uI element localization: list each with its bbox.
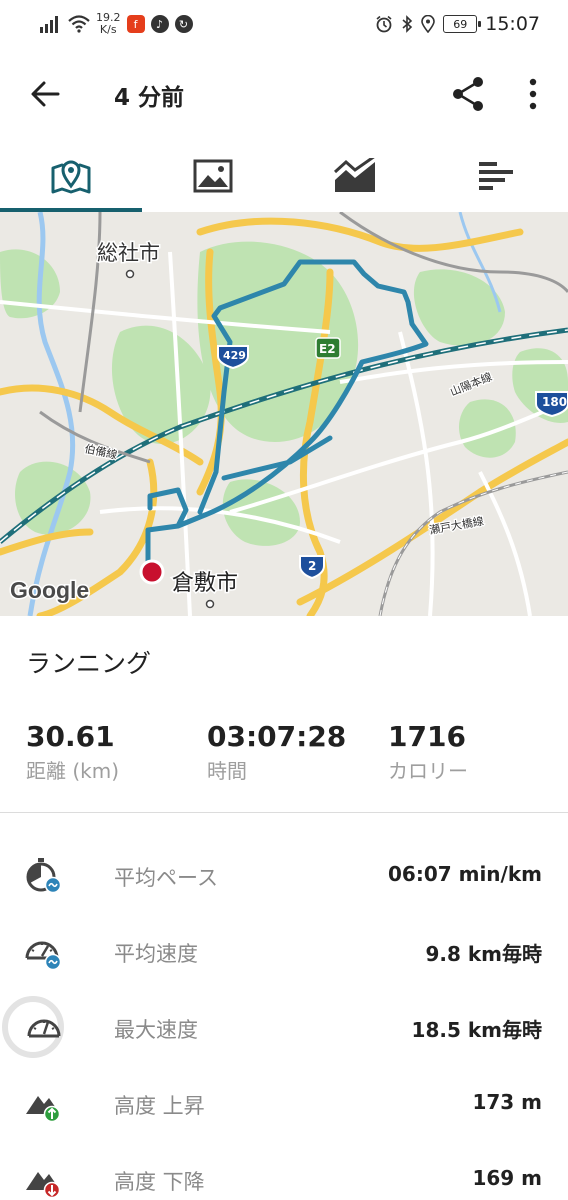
area-chart-icon <box>333 158 375 192</box>
route-e2-text: E2 <box>319 342 336 356</box>
stat-distance-value: 30.61 <box>26 720 115 753</box>
elevation-gain-icon <box>26 1096 61 1123</box>
status-left: 19.2 K/s f ♪ ↻ <box>40 10 193 38</box>
tab-bar <box>0 140 568 212</box>
elevation-loss-icon <box>26 1172 61 1199</box>
stat-time: 03:07:28 時間 <box>207 720 346 784</box>
metric-row-avg-pace[interactable]: 平均ペース 06:07 min/km <box>0 838 568 914</box>
stat-time-label: 時間 <box>207 759 247 783</box>
route-map[interactable]: 総社市 倉敷市 伯備線 山陽本線 瀬戸大橋線 429 E2 180 2 Goog… <box>0 212 568 616</box>
signal-icon <box>40 16 58 33</box>
metric-label: 平均速度 <box>114 942 198 966</box>
stat-calories-value: 1716 <box>388 720 466 753</box>
metric-row-elevation-loss[interactable]: 高度 下降 169 m <box>0 1142 568 1200</box>
metrics-list: 平均ペース 06:07 min/km 平均速度 9.8 km毎時 最大速度 18… <box>0 838 568 1200</box>
activity-type: ランニング <box>26 649 152 678</box>
metric-value: 06:07 min/km <box>387 862 542 886</box>
route-2-text: 2 <box>308 559 316 573</box>
status-time: 15:07 <box>485 13 540 35</box>
battery-indicator: 69 <box>443 15 482 33</box>
tab-charts[interactable] <box>284 140 426 212</box>
metric-row-max-speed[interactable]: 最大速度 18.5 km毎時 <box>0 990 568 1066</box>
page-title: 4 分前 <box>114 85 185 111</box>
more-vert-icon[interactable] <box>514 70 552 118</box>
divider <box>0 812 568 813</box>
metric-row-elevation-gain[interactable]: 高度 上昇 173 m <box>0 1066 568 1142</box>
network-speed: 19.2 K/s <box>96 11 121 36</box>
max-speed-gauge-icon <box>27 1019 61 1038</box>
metric-label: 最大速度 <box>114 1018 198 1042</box>
tab-map[interactable] <box>0 140 142 212</box>
wifi-icon <box>68 15 90 33</box>
status-bar: 19.2 K/s f ♪ ↻ 69 15:07 <box>0 0 568 48</box>
stat-calories: 1716 カロリー <box>388 720 468 784</box>
metric-value: 9.8 km毎時 <box>425 942 542 966</box>
flash-app-icon: f <box>126 15 145 33</box>
bluetooth-icon <box>402 15 413 33</box>
image-icon <box>193 159 233 193</box>
metric-label: 平均ペース <box>114 866 218 890</box>
average-speed-gauge-icon <box>25 941 62 971</box>
metric-label: 高度 上昇 <box>114 1094 205 1118</box>
metric-value: 169 m <box>472 1166 542 1190</box>
pace-stopwatch-icon <box>26 858 62 894</box>
metric-row-avg-speed[interactable]: 平均速度 9.8 km毎時 <box>0 914 568 990</box>
stat-distance-label: 距離 (km) <box>26 759 120 783</box>
google-attribution: Google <box>10 577 89 603</box>
route-180-text: 180 <box>542 395 567 409</box>
map-pin-icon <box>51 160 91 194</box>
app-bar: 4 分前 <box>0 48 568 140</box>
stat-calories-label: カロリー <box>388 759 468 783</box>
music-app-icon: ♪ <box>150 15 169 33</box>
sync-app-icon: ↻ <box>174 15 193 33</box>
tab-laps[interactable] <box>426 140 568 212</box>
bars-icon <box>479 162 513 190</box>
metric-value: 173 m <box>472 1090 542 1114</box>
metric-value: 18.5 km毎時 <box>411 1018 542 1042</box>
label-soja: 総社市 <box>97 241 160 265</box>
stat-distance: 30.61 距離 (km) <box>26 720 119 784</box>
alarm-icon <box>376 15 392 33</box>
metric-label: 高度 下降 <box>114 1170 205 1194</box>
status-right: 69 15:07 <box>375 10 540 38</box>
share-icon[interactable] <box>444 70 492 118</box>
end-marker <box>139 559 165 585</box>
label-kurashiki: 倉敷市 <box>172 571 238 596</box>
location-icon <box>421 15 436 33</box>
summary-stats: 30.61 距離 (km) 03:07:28 時間 1716 カロリー <box>0 720 568 790</box>
tab-photos[interactable] <box>142 140 284 212</box>
stat-time-value: 03:07:28 <box>207 720 347 753</box>
back-arrow-icon[interactable] <box>24 72 68 116</box>
route-429-text: 429 <box>223 349 246 362</box>
